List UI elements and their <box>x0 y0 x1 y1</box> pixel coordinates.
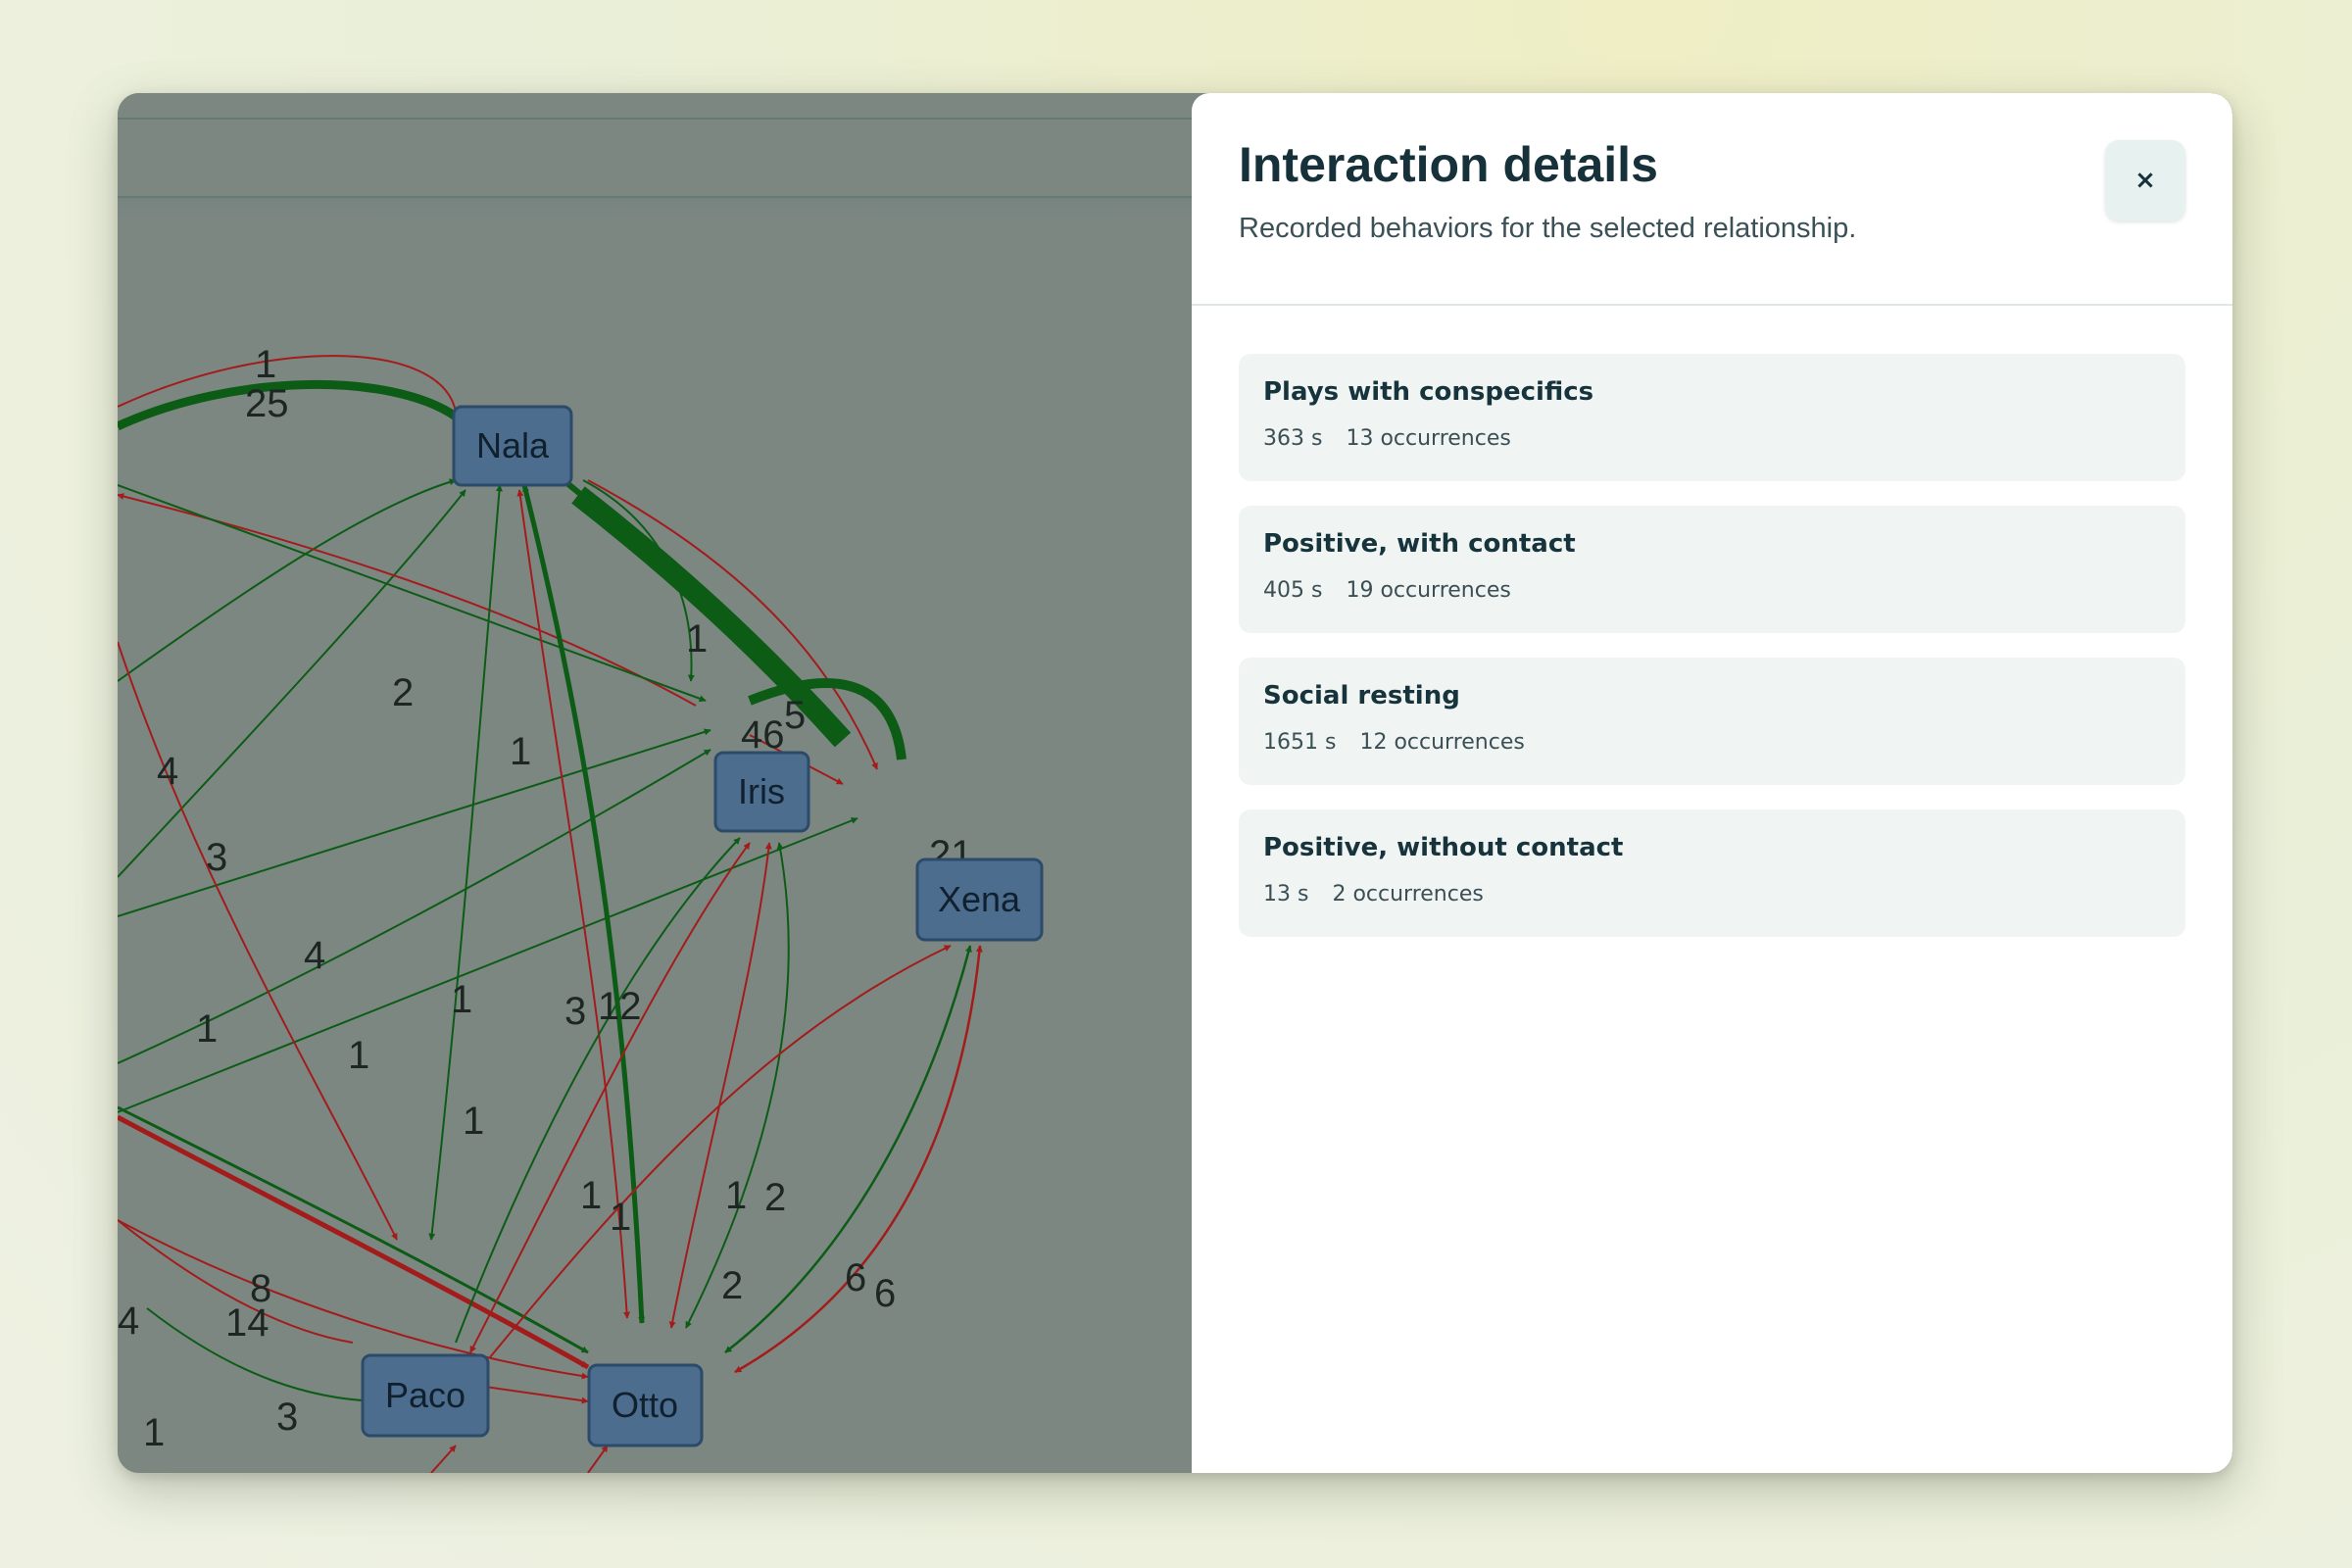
edge-label: 3 <box>276 1396 298 1439</box>
edge-label: 1 <box>255 343 276 386</box>
behavior-occurrences: 2 occurrences <box>1332 882 1484 906</box>
edge-label: 1 <box>463 1100 484 1143</box>
panel-subtitle: Recorded behaviors for the selected rela… <box>1239 213 1857 244</box>
behavior-meta: 1651 s 12 occurrences <box>1263 730 1548 755</box>
edge-label: 1 <box>610 1196 631 1239</box>
behavior-card-positive-without-contact: Positive, without contact 13 s 2 occurren… <box>1239 809 2185 937</box>
edge-label: 12 <box>598 985 642 1028</box>
close-icon: × <box>2134 166 2156 195</box>
behavior-card-plays-with-conspecifics: Plays with conspecifics 363 s 13 occurren… <box>1239 354 2185 481</box>
edge-label: 1 <box>510 730 531 773</box>
edge-label: 14 <box>225 1301 270 1345</box>
edge-label: 3 <box>564 990 586 1033</box>
edge-label: 25 <box>245 382 289 425</box>
edge-label: 1 <box>451 978 472 1021</box>
edge-label: 5 <box>784 694 806 737</box>
behavior-meta: 363 s 13 occurrences <box>1263 426 1535 451</box>
behavior-meta: 13 s 2 occurrences <box>1263 882 1507 906</box>
node-label: Iris <box>738 771 785 811</box>
edge-label: 1 <box>725 1174 747 1217</box>
behavior-occurrences: 19 occurrences <box>1346 578 1511 603</box>
behavior-name: Plays with conspecifics <box>1263 377 1594 407</box>
node-paco[interactable]: Paco <box>361 1353 490 1438</box>
behavior-duration: 363 s <box>1263 426 1323 451</box>
edge-label: 6 <box>874 1272 896 1315</box>
node-xena[interactable]: Xena <box>915 858 1044 942</box>
behavior-duration: 1651 s <box>1263 730 1337 755</box>
behavior-occurrences: 12 occurrences <box>1359 730 1525 755</box>
behavior-name: Social resting <box>1263 681 1460 710</box>
edge-label: 1 <box>580 1174 602 1217</box>
edge-label: 4 <box>157 750 178 793</box>
edge-label: 3 <box>206 836 227 879</box>
node-iris[interactable]: Iris <box>713 751 810 833</box>
edge-label: 2 <box>764 1176 786 1219</box>
edge-label: 4 <box>118 1299 139 1343</box>
behavior-meta: 405 s 19 occurrences <box>1263 578 1535 603</box>
panel-title: Interaction details <box>1239 137 1658 192</box>
behavior-occurrences: 13 occurrences <box>1346 426 1511 451</box>
edge-label: 46 <box>741 713 785 757</box>
node-label: Otto <box>612 1385 678 1425</box>
app-window: 1 25 1 5 46 2 1 4 3 21 4 1 3 12 1 1 1 1 … <box>118 93 2232 1473</box>
node-label: Xena <box>938 879 1021 919</box>
edge-label: 1 <box>348 1034 369 1077</box>
edge-label: 6 <box>845 1256 866 1299</box>
behavior-duration: 405 s <box>1263 578 1323 603</box>
node-nala[interactable]: Nala <box>452 405 573 487</box>
behavior-duration: 13 s <box>1263 882 1309 906</box>
behavior-card-positive-with-contact: Positive, with contact 405 s 19 occurrenc… <box>1239 506 2185 633</box>
edge-labels: 1 25 1 5 46 2 1 4 3 21 4 1 3 12 1 1 1 1 … <box>118 343 973 1454</box>
node-label: Nala <box>476 425 550 466</box>
close-button[interactable]: × <box>2105 140 2185 220</box>
edge-label: 1 <box>196 1007 218 1051</box>
edge-label: 2 <box>721 1264 743 1307</box>
edge-label: 1 <box>143 1411 165 1454</box>
behavior-card-social-resting: Social resting 1651 s 12 occurrences <box>1239 658 2185 785</box>
edge-label: 4 <box>304 934 325 977</box>
panel-header: Interaction details Recorded behaviors f… <box>1192 93 2232 306</box>
network-svg[interactable]: 1 25 1 5 46 2 1 4 3 21 4 1 3 12 1 1 1 1 … <box>118 93 1192 1473</box>
social-network-graph[interactable]: 1 25 1 5 46 2 1 4 3 21 4 1 3 12 1 1 1 1 … <box>118 93 1192 1473</box>
behavior-name: Positive, with contact <box>1263 529 1576 559</box>
node-otto[interactable]: Otto <box>587 1363 704 1447</box>
edge-label: 1 <box>686 617 708 661</box>
edge-label: 2 <box>392 671 414 714</box>
node-label: Paco <box>385 1375 466 1415</box>
interaction-details-panel: Interaction details Recorded behaviors f… <box>1192 93 2232 1473</box>
behavior-list: Plays with conspecifics 363 s 13 occurren… <box>1239 354 2185 961</box>
behavior-name: Positive, without contact <box>1263 833 1624 862</box>
